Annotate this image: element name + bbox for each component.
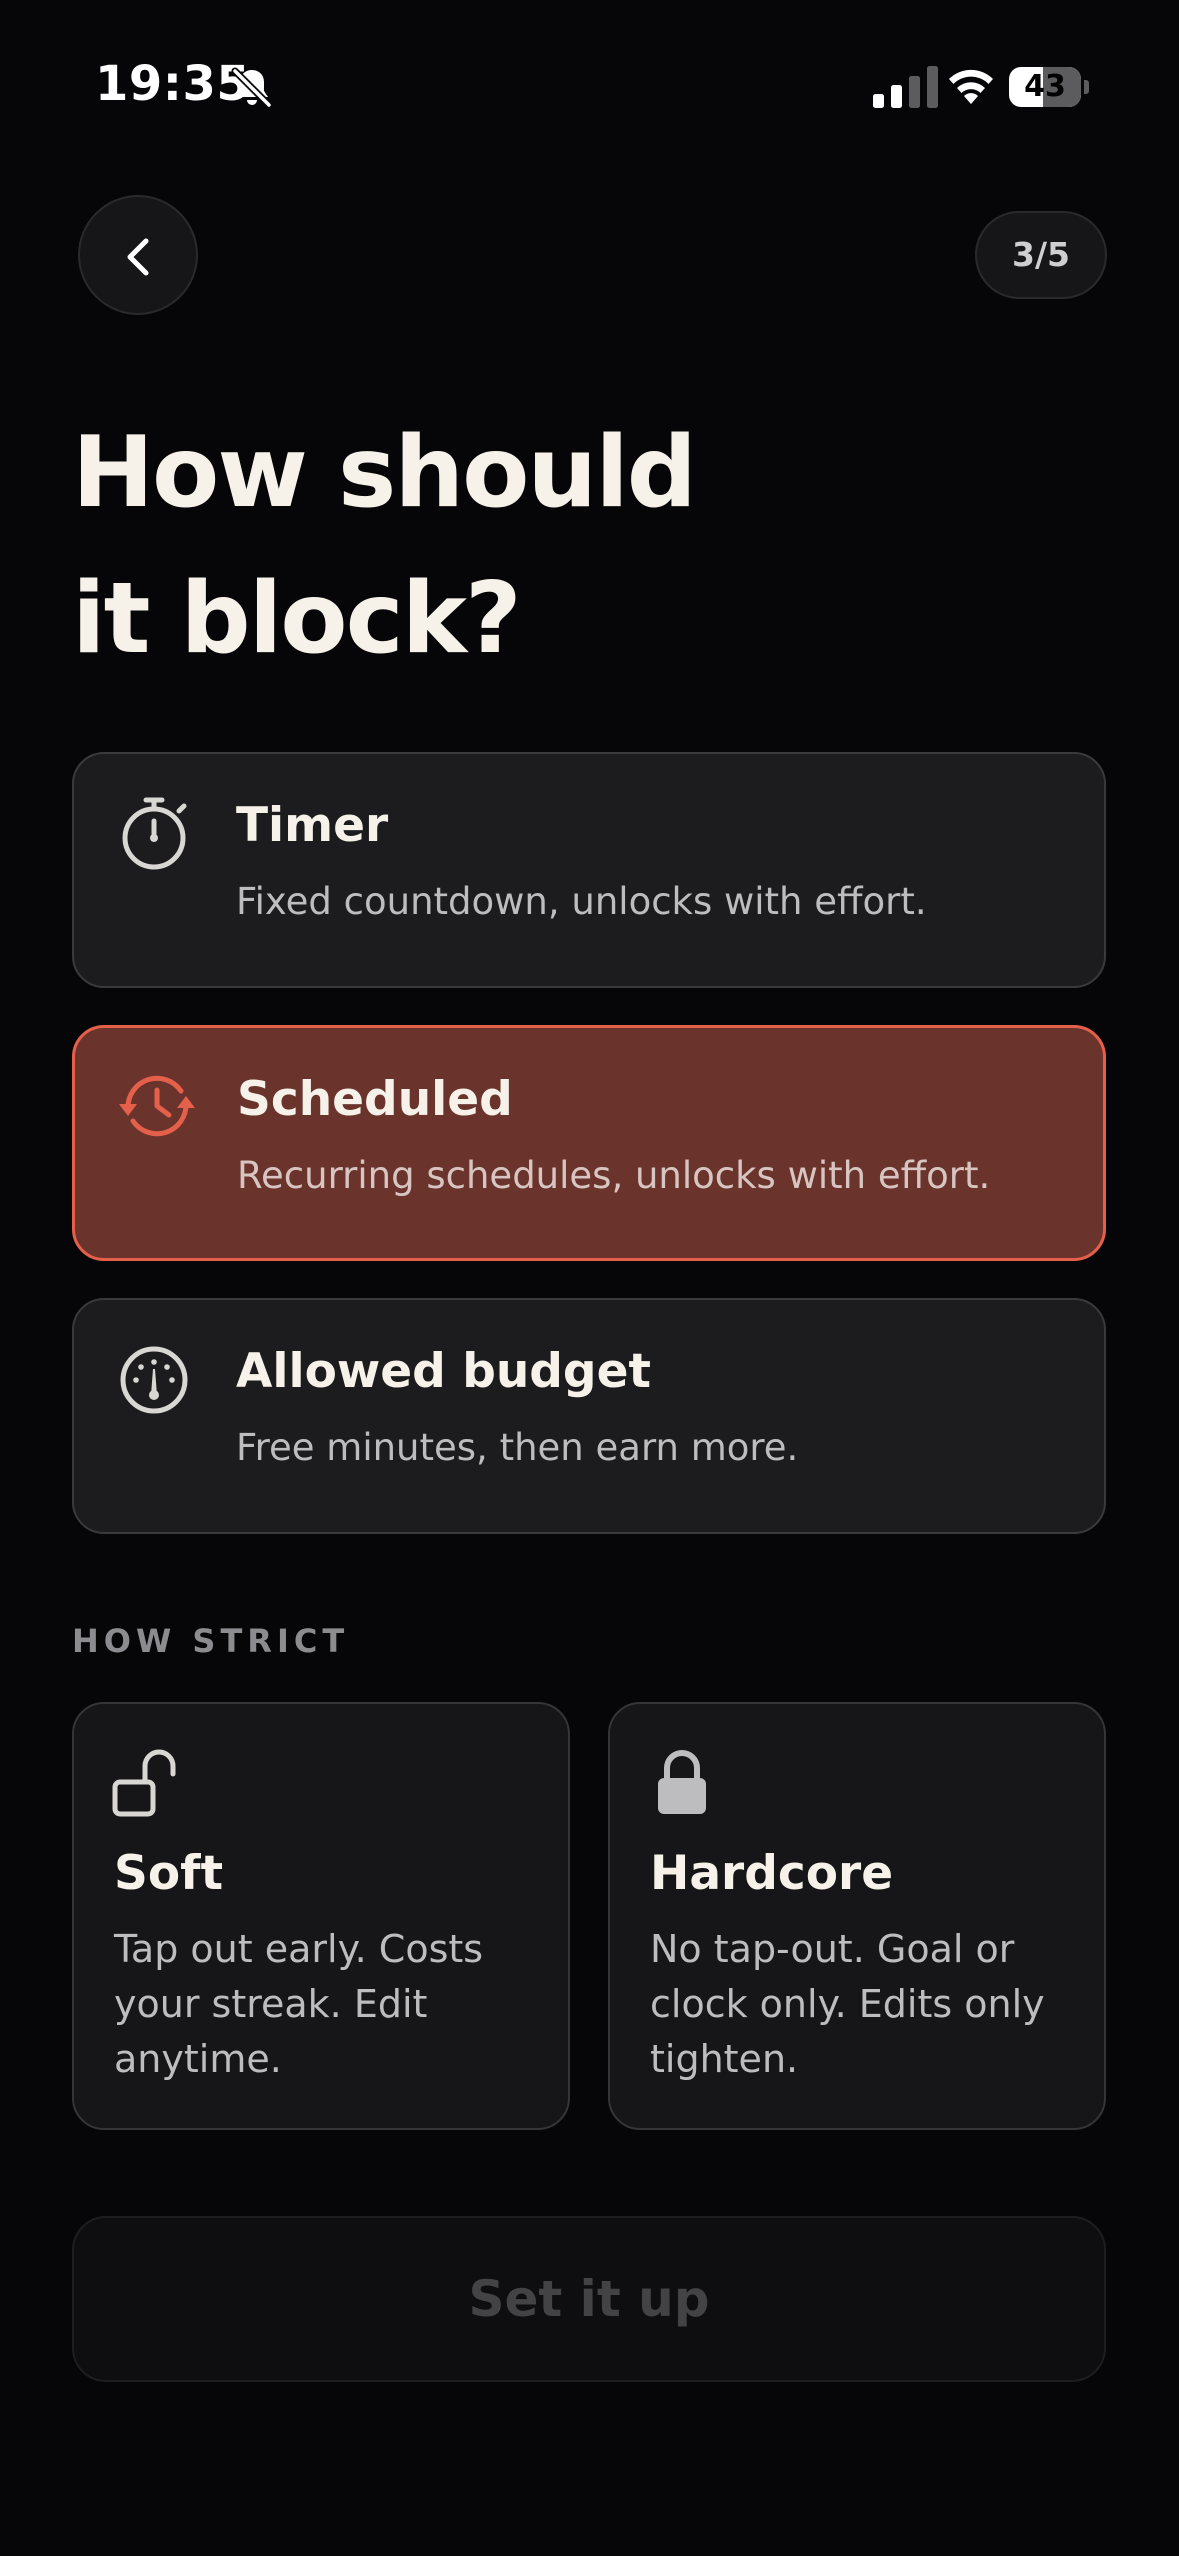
section-label-how-strict: HOW STRICT <box>72 1622 350 1660</box>
mode-option-allowed-budget[interactable]: Allowed budget Free minutes, then earn m… <box>72 1298 1106 1534</box>
bell-slash-icon <box>231 67 273 109</box>
back-button[interactable] <box>78 195 198 315</box>
mode-option-timer[interactable]: Timer Fixed countdown, unlocks with effo… <box>72 752 1106 988</box>
mode-title: Timer <box>236 798 389 853</box>
strict-option-soft[interactable]: Soft Tap out early. Costs your streak. E… <box>72 1702 570 2130</box>
wifi-icon <box>949 69 993 104</box>
mode-description: Fixed countdown, unlocks with effort. <box>236 880 927 923</box>
mode-option-scheduled[interactable]: Scheduled Recurring schedules, unlocks w… <box>72 1025 1106 1261</box>
locked-padlock-icon <box>658 1750 706 1814</box>
mode-description: Recurring schedules, unlocks with effort… <box>237 1154 991 1197</box>
status-bar: 19:35 43 <box>0 0 1179 170</box>
mode-title: Allowed budget <box>236 1344 651 1399</box>
mode-description: Free minutes, then earn more. <box>236 1426 799 1469</box>
cellular-signal-icon <box>873 66 938 108</box>
clock-cycle-icon <box>119 1075 195 1137</box>
page-title: How should it block? <box>72 400 1072 692</box>
strict-description: No tap-out. Goal or clock only. Edits on… <box>650 1927 1045 2081</box>
strict-option-hardcore[interactable]: Hardcore No tap-out. Goal or clock only.… <box>608 1702 1106 2130</box>
page-title-line-2: it block? <box>72 562 522 676</box>
chevron-left-icon <box>127 238 149 276</box>
status-time: 19:35 <box>95 56 251 112</box>
page-title-line-1: How should <box>72 416 697 530</box>
battery-level: 43 <box>1024 69 1066 104</box>
strict-title: Soft <box>114 1846 224 1901</box>
step-indicator: 3/5 <box>975 211 1107 299</box>
battery-icon: 43 <box>1009 67 1089 107</box>
strict-description: Tap out early. Costs your streak. Edit a… <box>114 1927 484 2081</box>
stopwatch-icon <box>122 797 187 870</box>
unlocked-padlock-icon <box>112 1749 176 1817</box>
set-it-up-button[interactable]: Set it up <box>72 2216 1106 2382</box>
strict-title: Hardcore <box>650 1846 894 1901</box>
mode-title: Scheduled <box>237 1072 513 1127</box>
gauge-icon <box>120 1346 188 1414</box>
